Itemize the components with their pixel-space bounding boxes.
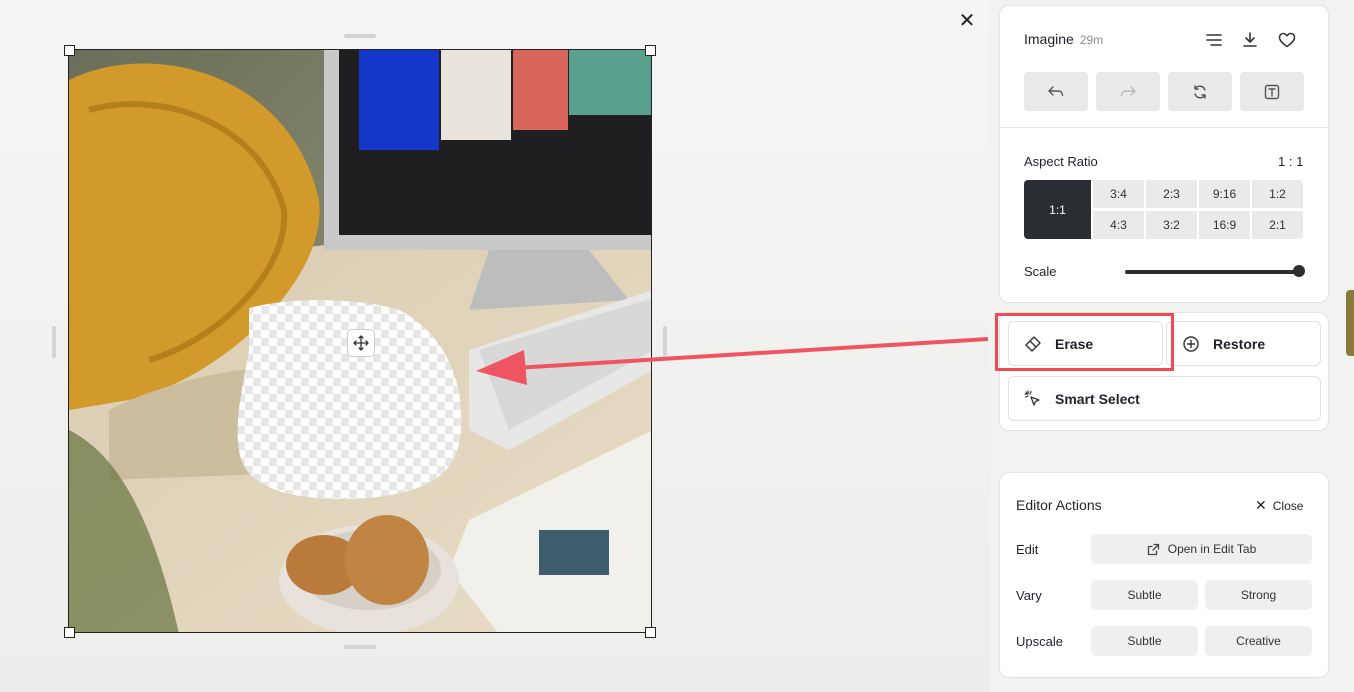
upscale-row-label: Upscale: [1016, 634, 1063, 649]
upscale-creative-button[interactable]: Creative: [1205, 626, 1312, 656]
scale-slider-knob[interactable]: [1293, 265, 1305, 277]
divider: [1000, 127, 1328, 128]
download-icon[interactable]: [1238, 28, 1262, 52]
vary-subtle-button[interactable]: Subtle: [1091, 580, 1198, 610]
right-resize-handle[interactable]: [663, 326, 667, 358]
editor-actions-panel: Editor Actions ✕ Close Edit Open in Edit…: [999, 472, 1329, 678]
redo-button[interactable]: [1096, 72, 1160, 111]
menu-icon[interactable]: [1202, 28, 1226, 52]
corner-handle-top-left[interactable]: [64, 45, 75, 56]
heart-icon[interactable]: [1275, 28, 1299, 52]
image-age: 29m: [1079, 33, 1104, 47]
aspect-ratio-grid: 1:1 3:4 2:3 9:16 1:2 4:3 3:2 16:9 2:1: [1024, 180, 1304, 240]
plus-circle-icon: [1181, 334, 1201, 354]
smart-select-button[interactable]: Smart Select: [1008, 376, 1321, 421]
panel-title: Imagine: [1024, 31, 1074, 47]
ratio-option-selected[interactable]: 1:1: [1024, 180, 1091, 239]
sparkle-cursor-icon: [1023, 389, 1043, 409]
smart-select-label: Smart Select: [1055, 390, 1140, 407]
ratio-option[interactable]: 3:2: [1146, 211, 1197, 239]
undo-button[interactable]: [1024, 72, 1088, 111]
move-icon: [353, 335, 369, 351]
move-handle[interactable]: [347, 329, 375, 357]
text-box-icon: [1264, 84, 1280, 99]
close-editor-icon[interactable]: ✕: [957, 11, 977, 31]
ratio-option[interactable]: 3:4: [1093, 180, 1144, 208]
aspect-ratio-label: Aspect Ratio: [1024, 154, 1098, 169]
corner-handle-bottom-left[interactable]: [64, 627, 75, 638]
bottom-resize-handle[interactable]: [344, 645, 376, 649]
ratio-option[interactable]: 4:3: [1093, 211, 1144, 239]
corner-handle-bottom-right[interactable]: [645, 627, 656, 638]
canvas-area: [0, 0, 990, 692]
top-resize-handle[interactable]: [344, 34, 376, 38]
ratio-option[interactable]: 2:1: [1252, 211, 1303, 239]
panel-header: Imagine 29m: [1024, 31, 1103, 47]
restore-button[interactable]: Restore: [1166, 321, 1321, 366]
corner-handle-top-right[interactable]: [645, 45, 656, 56]
vary-row-label: Vary: [1016, 588, 1042, 603]
ratio-option[interactable]: 2:3: [1146, 180, 1197, 208]
scale-slider-track[interactable]: [1125, 270, 1299, 274]
erase-highlight-box: [995, 313, 1174, 371]
close-actions-label: Close: [1272, 498, 1304, 513]
redo-icon: [1120, 85, 1136, 96]
next-image-thumbnail[interactable]: [1346, 290, 1354, 356]
ratio-option[interactable]: 16:9: [1199, 211, 1250, 239]
aspect-ratio-value: 1 : 1: [1278, 154, 1304, 169]
text-button[interactable]: [1240, 72, 1304, 111]
refresh-button[interactable]: [1168, 72, 1232, 111]
restore-label: Restore: [1213, 335, 1266, 352]
vary-strong-button[interactable]: Strong: [1205, 580, 1312, 610]
editor-actions-title: Editor Actions: [1016, 497, 1102, 513]
close-icon: ✕: [1255, 497, 1267, 513]
external-link-icon: [1147, 543, 1159, 555]
open-in-edit-tab-label: Open in Edit Tab: [1167, 542, 1257, 556]
scale-label: Scale: [1024, 264, 1057, 279]
close-actions-button[interactable]: ✕ Close: [1255, 497, 1303, 514]
open-in-edit-tab-button[interactable]: Open in Edit Tab: [1091, 534, 1312, 564]
image-settings-panel: Imagine 29m Aspect Ratio 1 : 1 1:1 3:4 2:…: [999, 5, 1329, 303]
refresh-icon: [1194, 84, 1206, 99]
edit-row-label: Edit: [1016, 542, 1039, 557]
ratio-option[interactable]: 9:16: [1199, 180, 1250, 208]
ratio-option[interactable]: 1:2: [1252, 180, 1303, 208]
undo-icon: [1048, 85, 1064, 96]
left-resize-handle[interactable]: [52, 326, 56, 358]
upscale-subtle-button[interactable]: Subtle: [1091, 626, 1198, 656]
